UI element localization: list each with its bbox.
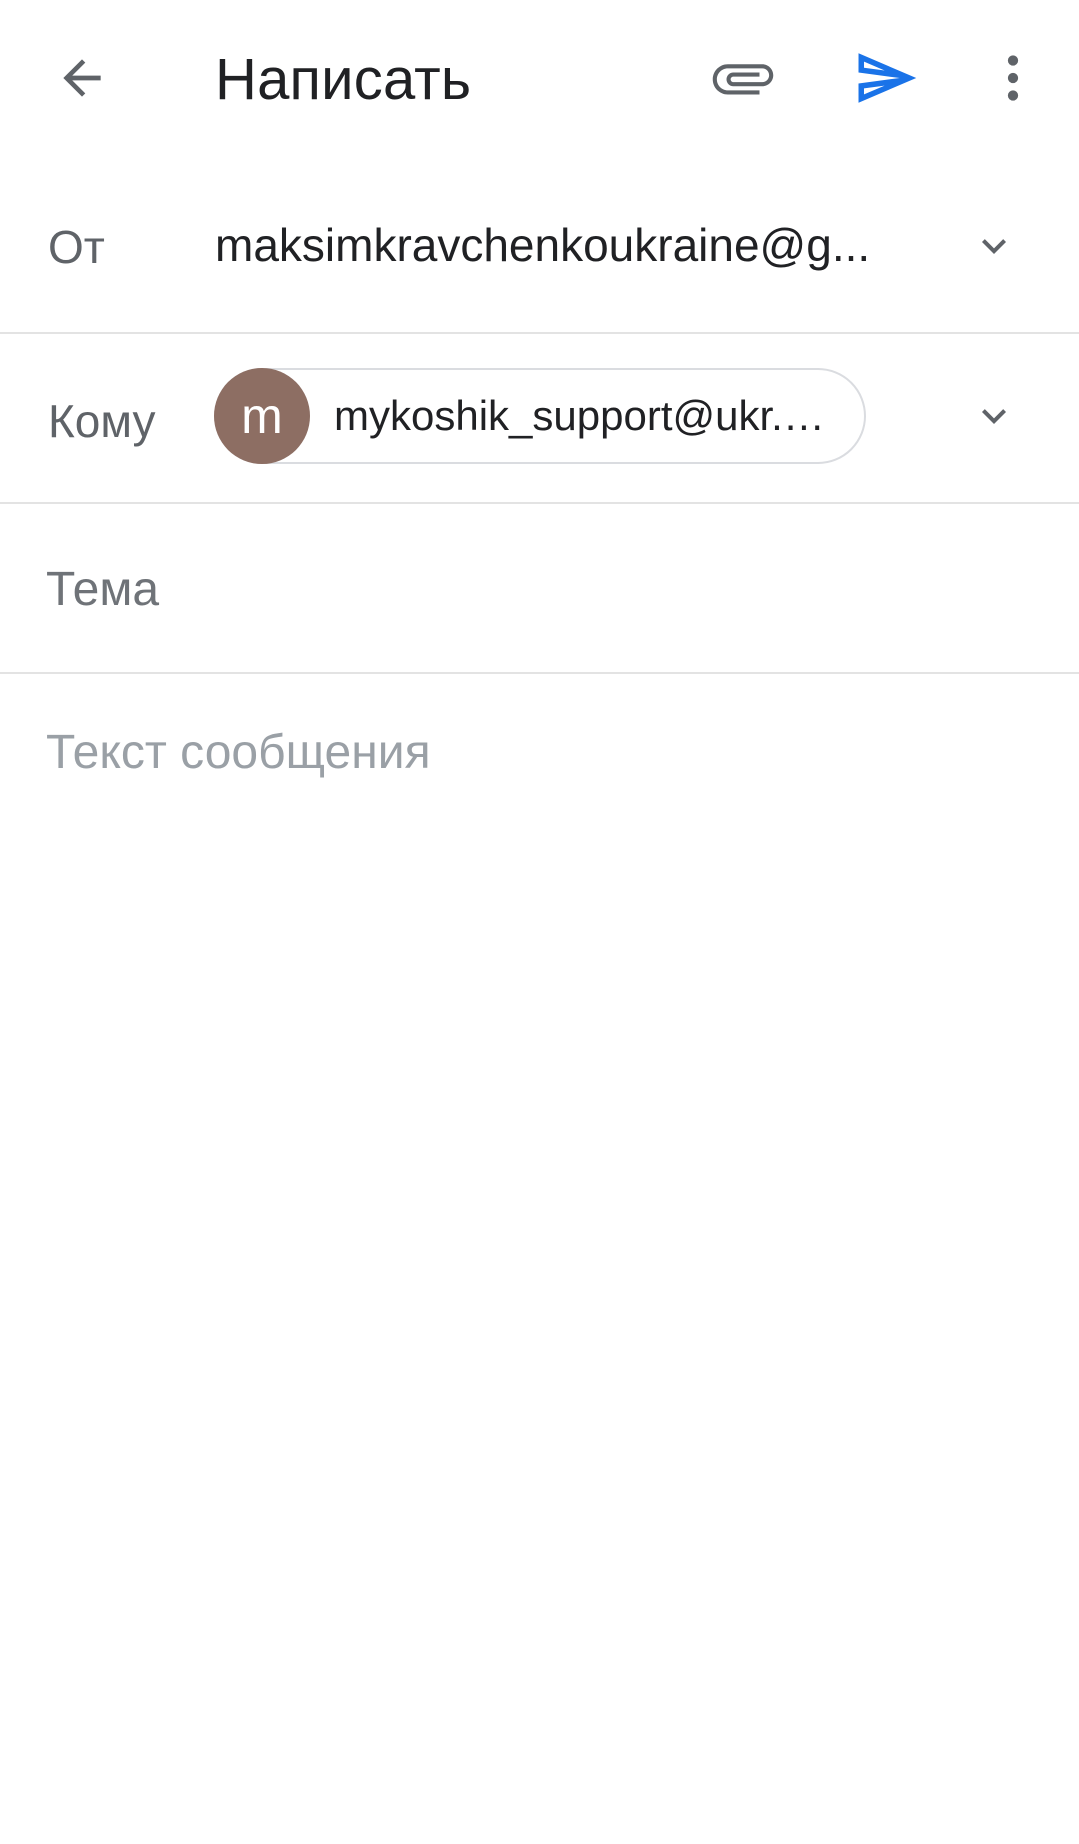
to-row: Кому m mykoshik_support@ukr.n... bbox=[0, 334, 1079, 504]
page-title: Написать bbox=[215, 47, 472, 112]
paperclip-icon bbox=[710, 45, 776, 116]
recipient-chip[interactable]: m mykoshik_support@ukr.n... bbox=[214, 368, 866, 464]
more-vert-icon bbox=[985, 50, 1041, 111]
compose-toolbar: Написать bbox=[0, 0, 1079, 160]
from-expand-button[interactable] bbox=[950, 204, 1038, 292]
chevron-down-icon bbox=[970, 222, 1018, 275]
subject-input[interactable] bbox=[46, 554, 1036, 624]
message-body-input[interactable] bbox=[46, 718, 1036, 1798]
subject-row bbox=[0, 504, 1079, 674]
from-row: От maksimkravchenkoukraine@g... bbox=[0, 162, 1079, 334]
more-options-button[interactable] bbox=[965, 32, 1061, 128]
avatar: m bbox=[214, 368, 310, 464]
send-button[interactable] bbox=[838, 32, 934, 128]
send-icon bbox=[853, 45, 919, 116]
back-button[interactable] bbox=[34, 32, 130, 128]
chevron-down-icon bbox=[970, 392, 1018, 445]
attach-button[interactable] bbox=[695, 32, 791, 128]
from-account[interactable]: maksimkravchenkoukraine@g... bbox=[215, 218, 895, 272]
recipient-email: mykoshik_support@ukr.n... bbox=[334, 392, 834, 439]
from-label: От bbox=[48, 221, 105, 273]
to-label: Кому bbox=[48, 395, 156, 447]
to-expand-button[interactable] bbox=[950, 374, 1038, 462]
arrow-back-icon bbox=[54, 50, 110, 111]
